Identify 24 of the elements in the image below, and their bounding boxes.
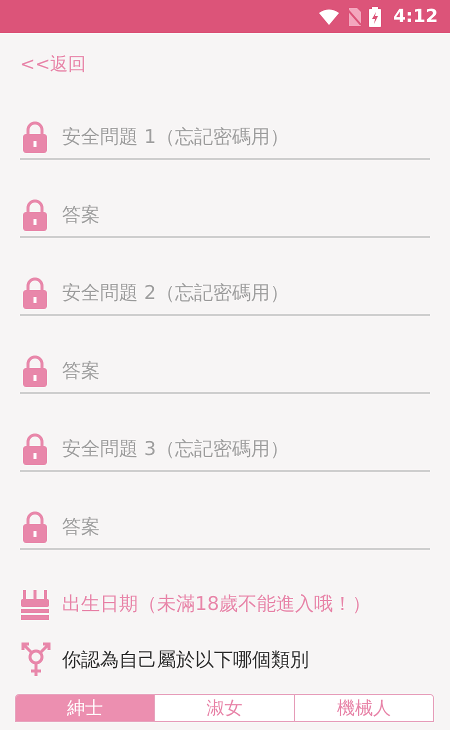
wifi-icon [319,8,340,24]
lock-icon [22,277,48,309]
gender-symbol-icon [20,642,52,678]
lock-icon [22,355,48,387]
text-field[interactable]: 安全問題 3（忘記密碼用） [62,434,430,464]
text-field[interactable]: 答案 [62,356,430,386]
text-field[interactable]: 安全問題 2（忘記密碼用） [62,278,430,308]
battery-charging-icon [369,6,382,26]
back-link[interactable]: <<返回 [20,54,86,75]
gender-prompt: 你認為自己屬於以下哪個類別 [62,648,309,673]
lock-icon [22,511,48,543]
gender-tab[interactable]: 機械人 [294,695,433,721]
text-field[interactable]: 答案 [62,200,430,230]
birthday-cake-icon [20,588,50,620]
lock-icon [22,433,48,465]
birthday-field[interactable]: 出生日期（未滿18歲不能進入哦！） [62,590,372,618]
lock-icon [22,121,48,153]
no-sim-icon [347,8,362,26]
text-field[interactable]: 答案 [62,512,430,542]
lock-icon [22,199,48,231]
gender-tab[interactable]: 淑女 [154,695,294,721]
gender-tab[interactable]: 紳士 [16,695,154,721]
text-field[interactable]: 安全問題 1（忘記密碼用） [62,122,430,152]
clock-time: 4:12 [393,5,438,29]
